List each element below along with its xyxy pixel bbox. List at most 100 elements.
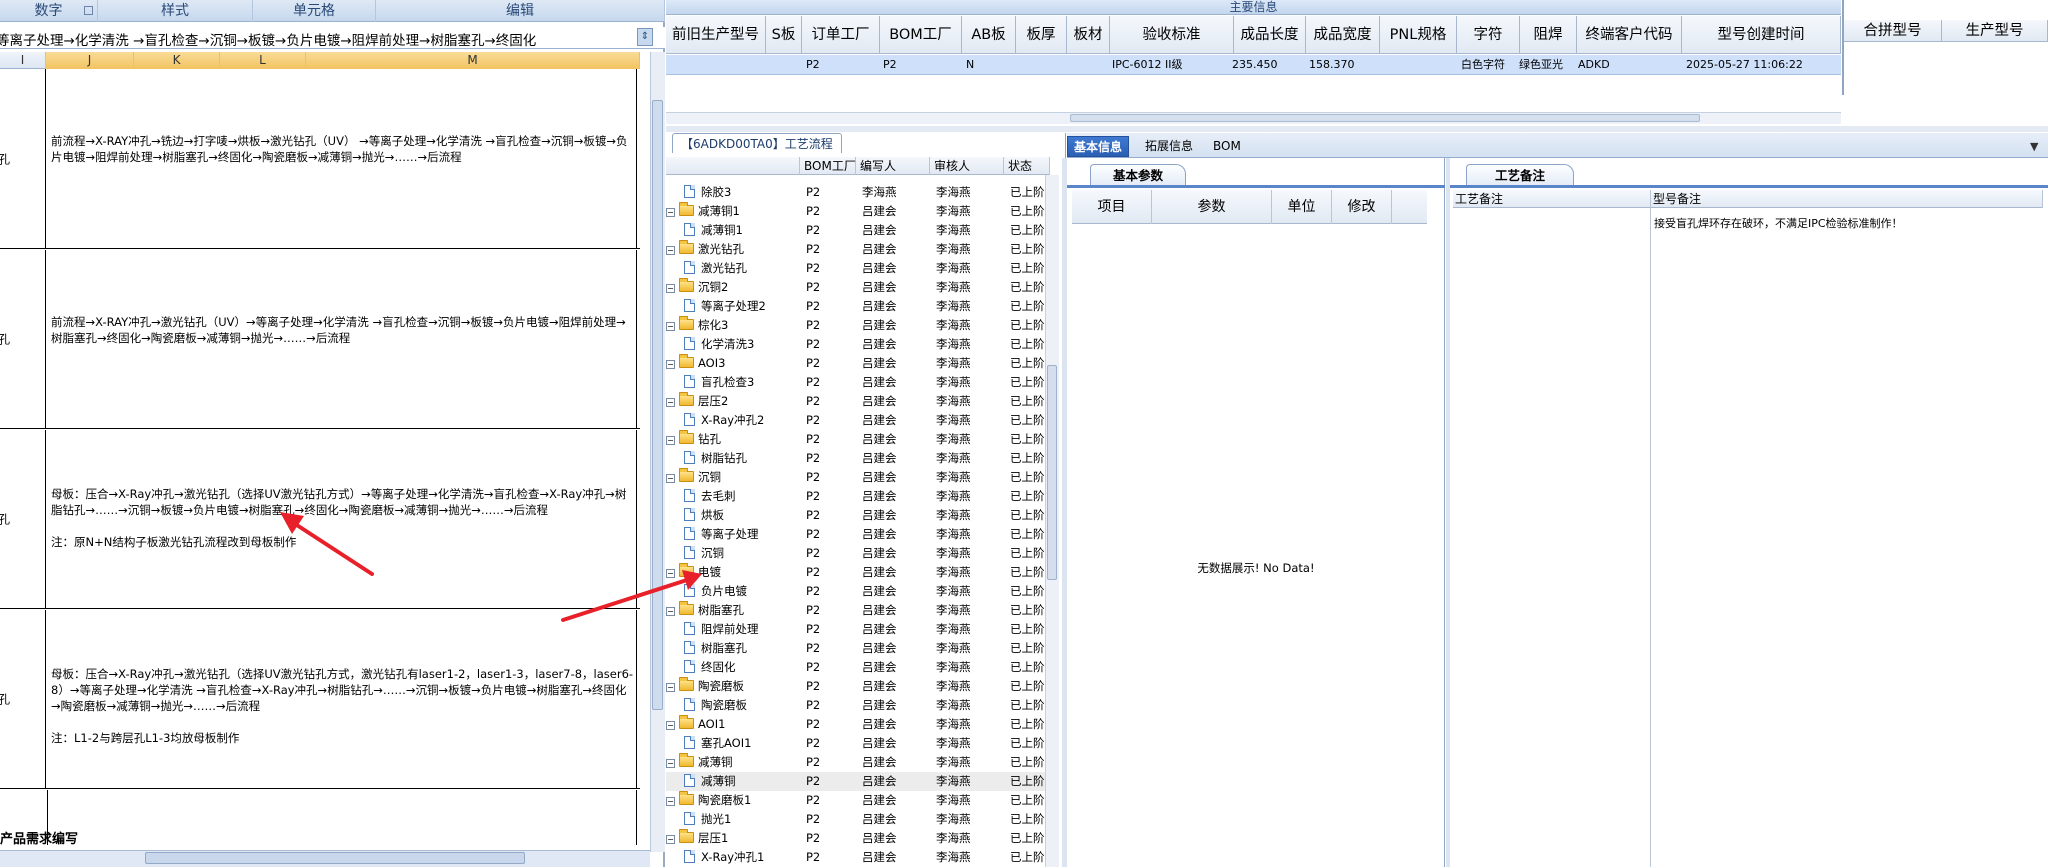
- col-header-m[interactable]: M: [306, 52, 640, 69]
- cell-i[interactable]: 孔: [0, 610, 46, 788]
- ribbon-group-number[interactable]: 数字: [0, 0, 98, 22]
- vertical-splitter[interactable]: [1062, 158, 1067, 867]
- tree-folder-node[interactable]: − 减薄铜: [666, 753, 733, 772]
- ribbon-group-style[interactable]: 样式: [98, 0, 253, 22]
- collapse-icon[interactable]: −: [666, 246, 675, 255]
- tree-leaf-node[interactable]: 塞孔AOI1: [684, 734, 751, 753]
- tree-row[interactable]: − 沉铜 P2 吕建会 李海燕 已上阶: [666, 468, 1050, 487]
- cell-merged[interactable]: 母板：压合→X-Ray冲孔→激光钻孔（选择UV激光钻孔方式）→等离子处理→化学清…: [49, 430, 637, 608]
- tree-row[interactable]: 盲孔检查3 P2 吕建会 李海燕 已上阶: [666, 373, 1050, 392]
- tab-extended-info[interactable]: 拓展信息: [1139, 136, 1199, 157]
- tree-row[interactable]: − 树脂塞孔 P2 吕建会 李海燕 已上阶: [666, 601, 1050, 620]
- tree-row[interactable]: − 层压1 P2 吕建会 李海燕 已上阶: [666, 829, 1050, 848]
- process-note-field[interactable]: [1453, 208, 1651, 867]
- ribbon-group-cells[interactable]: 单元格: [253, 0, 376, 22]
- tree-row[interactable]: 树脂钻孔 P2 吕建会 李海燕 已上阶: [666, 449, 1050, 468]
- tree-row[interactable]: 激光钻孔 P2 吕建会 李海燕 已上阶: [666, 259, 1050, 278]
- tree-row[interactable]: − 棕化3 P2 吕建会 李海燕 已上阶: [666, 316, 1050, 335]
- col-header-k[interactable]: K: [134, 52, 220, 69]
- tree-leaf-node[interactable]: 陶瓷磨板: [684, 696, 747, 715]
- params-col-item[interactable]: 项目: [1072, 190, 1152, 224]
- tree-row[interactable]: − AOI1 P2 吕建会 李海燕 已上阶: [666, 715, 1050, 734]
- tree-row[interactable]: X-Ray冲孔2 P2 吕建会 李海燕 已上阶: [666, 411, 1050, 430]
- tree-leaf-node[interactable]: 等离子处理: [684, 525, 759, 544]
- tree-row[interactable]: X-Ray冲孔1 P2 吕建会 李海燕 已上阶: [666, 848, 1050, 867]
- col-order-factory[interactable]: 订单工厂: [802, 16, 880, 54]
- collapse-icon[interactable]: −: [666, 436, 675, 445]
- grid-scroll-thumb[interactable]: [1070, 114, 1700, 122]
- tree-leaf-node[interactable]: 盲孔检查3: [684, 373, 754, 392]
- sheet-row[interactable]: 孔 母板：压合→X-Ray冲孔→激光钻孔（选择UV激光钻孔方式）→等离子处理→化…: [0, 430, 640, 609]
- tree-row[interactable]: 塞孔AOI1 P2 吕建会 李海燕 已上阶: [666, 734, 1050, 753]
- tree-col-auditor[interactable]: 审核人: [930, 157, 1004, 175]
- tree-folder-node[interactable]: − 层压2: [666, 392, 728, 411]
- tree-leaf-node[interactable]: 化学清洗3: [684, 335, 754, 354]
- tree-row[interactable]: − 沉铜2 P2 吕建会 李海燕 已上阶: [666, 278, 1050, 297]
- notes-col-process[interactable]: 工艺备注: [1453, 190, 1651, 208]
- tree-folder-node[interactable]: − 棕化3: [666, 316, 728, 335]
- col-header-l[interactable]: L: [220, 52, 306, 69]
- tree-folder-node[interactable]: − AOI3: [666, 354, 725, 373]
- params-col-modify[interactable]: 修改: [1332, 190, 1392, 224]
- tab-dropdown-icon[interactable]: ▼: [2030, 140, 2038, 153]
- tab-bom[interactable]: BOM: [1207, 136, 1247, 157]
- collapse-icon[interactable]: −: [666, 759, 675, 768]
- tree-row[interactable]: − 钻孔 P2 吕建会 李海燕 已上阶: [666, 430, 1050, 449]
- ribbon-group-edit[interactable]: 编辑: [376, 0, 665, 22]
- sheet-grid[interactable]: 孔 前流程→X-RAY冲孔→铣边→打字唛→烘板→激光钻孔（UV） →等离子处理→…: [0, 69, 640, 849]
- cell-i[interactable]: 孔: [0, 69, 46, 248]
- tree-leaf-node[interactable]: 去毛刺: [684, 487, 736, 506]
- collapse-icon[interactable]: −: [666, 398, 675, 407]
- tab-process-notes[interactable]: 工艺备注: [1466, 164, 1574, 186]
- col-length[interactable]: 成品长度: [1234, 16, 1306, 54]
- tree-folder-node[interactable]: − 树脂塞孔: [666, 601, 744, 620]
- formula-bar[interactable]: 等离子处理→化学清洗 →盲孔检查→沉铜→板镀→负片电镀→阻焊前处理→树脂塞孔→终…: [0, 27, 665, 49]
- tree-leaf-node[interactable]: 负片电镀: [684, 582, 747, 601]
- collapse-icon[interactable]: −: [666, 322, 675, 331]
- tree-row[interactable]: 沉铜 P2 吕建会 李海燕 已上阶: [666, 544, 1050, 563]
- cell-i[interactable]: 孔: [0, 430, 46, 608]
- tree-row[interactable]: 去毛刺 P2 吕建会 李海燕 已上阶: [666, 487, 1050, 506]
- collapse-icon[interactable]: −: [666, 607, 675, 616]
- tree-row[interactable]: 陶瓷磨板 P2 吕建会 李海燕 已上阶: [666, 696, 1050, 715]
- collapse-icon[interactable]: −: [666, 284, 675, 293]
- tree-row[interactable]: 抛光1 P2 吕建会 李海燕 已上阶: [666, 810, 1050, 829]
- tree-folder-node[interactable]: − 层压1: [666, 829, 728, 848]
- params-col-unit[interactable]: 单位: [1272, 190, 1332, 224]
- collapse-icon[interactable]: −: [666, 835, 675, 844]
- tree-scroll-thumb[interactable]: [1047, 365, 1057, 580]
- col-combined-model[interactable]: 合拼型号: [1844, 20, 1942, 42]
- col-header-j[interactable]: J: [46, 52, 134, 69]
- cell-i[interactable]: 孔: [0, 250, 46, 428]
- cell-merged[interactable]: 前流程→X-RAY冲孔→激光钻孔（UV）→等离子处理→化学清洗 →盲孔检查→沉铜…: [49, 250, 637, 428]
- tree-leaf-node[interactable]: X-Ray冲孔1: [684, 848, 764, 867]
- tree-row[interactable]: 阻焊前处理 P2 吕建会 李海燕 已上阶: [666, 620, 1050, 639]
- tree-folder-node[interactable]: − 钻孔: [666, 430, 721, 449]
- model-note-text[interactable]: 接受盲孔焊环存在破环，不满足IPC检验标准制作！: [1654, 215, 2024, 231]
- col-solder-mask[interactable]: 阻焊: [1520, 16, 1577, 54]
- tree-leaf-node[interactable]: 减薄铜: [684, 772, 736, 791]
- cell-merged[interactable]: 前流程→X-RAY冲孔→铣边→打字唛→烘板→激光钻孔（UV） →等离子处理→化学…: [49, 69, 637, 248]
- tree-row[interactable]: − 陶瓷磨板1 P2 吕建会 李海燕 已上阶: [666, 791, 1050, 810]
- sheet-row[interactable]: 孔 母板：压合→X-Ray冲孔→激光钻孔（选择UV激光钻孔方式，激光钻孔有las…: [0, 610, 640, 789]
- tree-row[interactable]: 负片电镀 P2 吕建会 李海燕 已上阶: [666, 582, 1050, 601]
- tree-row[interactable]: 除胶3 P2 李海燕 李海燕 已上阶: [666, 183, 1050, 202]
- collapse-icon[interactable]: −: [666, 569, 675, 578]
- tree-leaf-node[interactable]: 树脂钻孔: [684, 449, 747, 468]
- tree-row[interactable]: 烘板 P2 吕建会 李海燕 已上阶: [666, 506, 1050, 525]
- tree-col-writer[interactable]: 编写人: [856, 157, 930, 175]
- vertical-scroll-thumb[interactable]: [652, 100, 663, 710]
- tree-col-name[interactable]: [666, 157, 800, 175]
- tree-row[interactable]: 减薄铜1 P2 吕建会 李海燕 已上阶: [666, 221, 1050, 240]
- tree-col-bom[interactable]: BOM工厂: [800, 157, 856, 175]
- dialog-launcher-icon[interactable]: [84, 6, 93, 15]
- tree-leaf-node[interactable]: 烘板: [684, 506, 724, 525]
- horizontal-splitter[interactable]: [666, 126, 2048, 132]
- col-ab-board[interactable]: AB板: [962, 16, 1016, 54]
- formula-expand-button[interactable]: ⇕: [637, 28, 653, 46]
- tree-row[interactable]: − 层压2 P2 吕建会 李海燕 已上阶: [666, 392, 1050, 411]
- tab-process-flow[interactable]: 【6ADKD00TA0】工艺流程: [672, 133, 842, 153]
- collapse-icon[interactable]: −: [666, 797, 675, 806]
- tree-folder-node[interactable]: − 沉铜2: [666, 278, 728, 297]
- tree-row[interactable]: 等离子处理 P2 吕建会 李海燕 已上阶: [666, 525, 1050, 544]
